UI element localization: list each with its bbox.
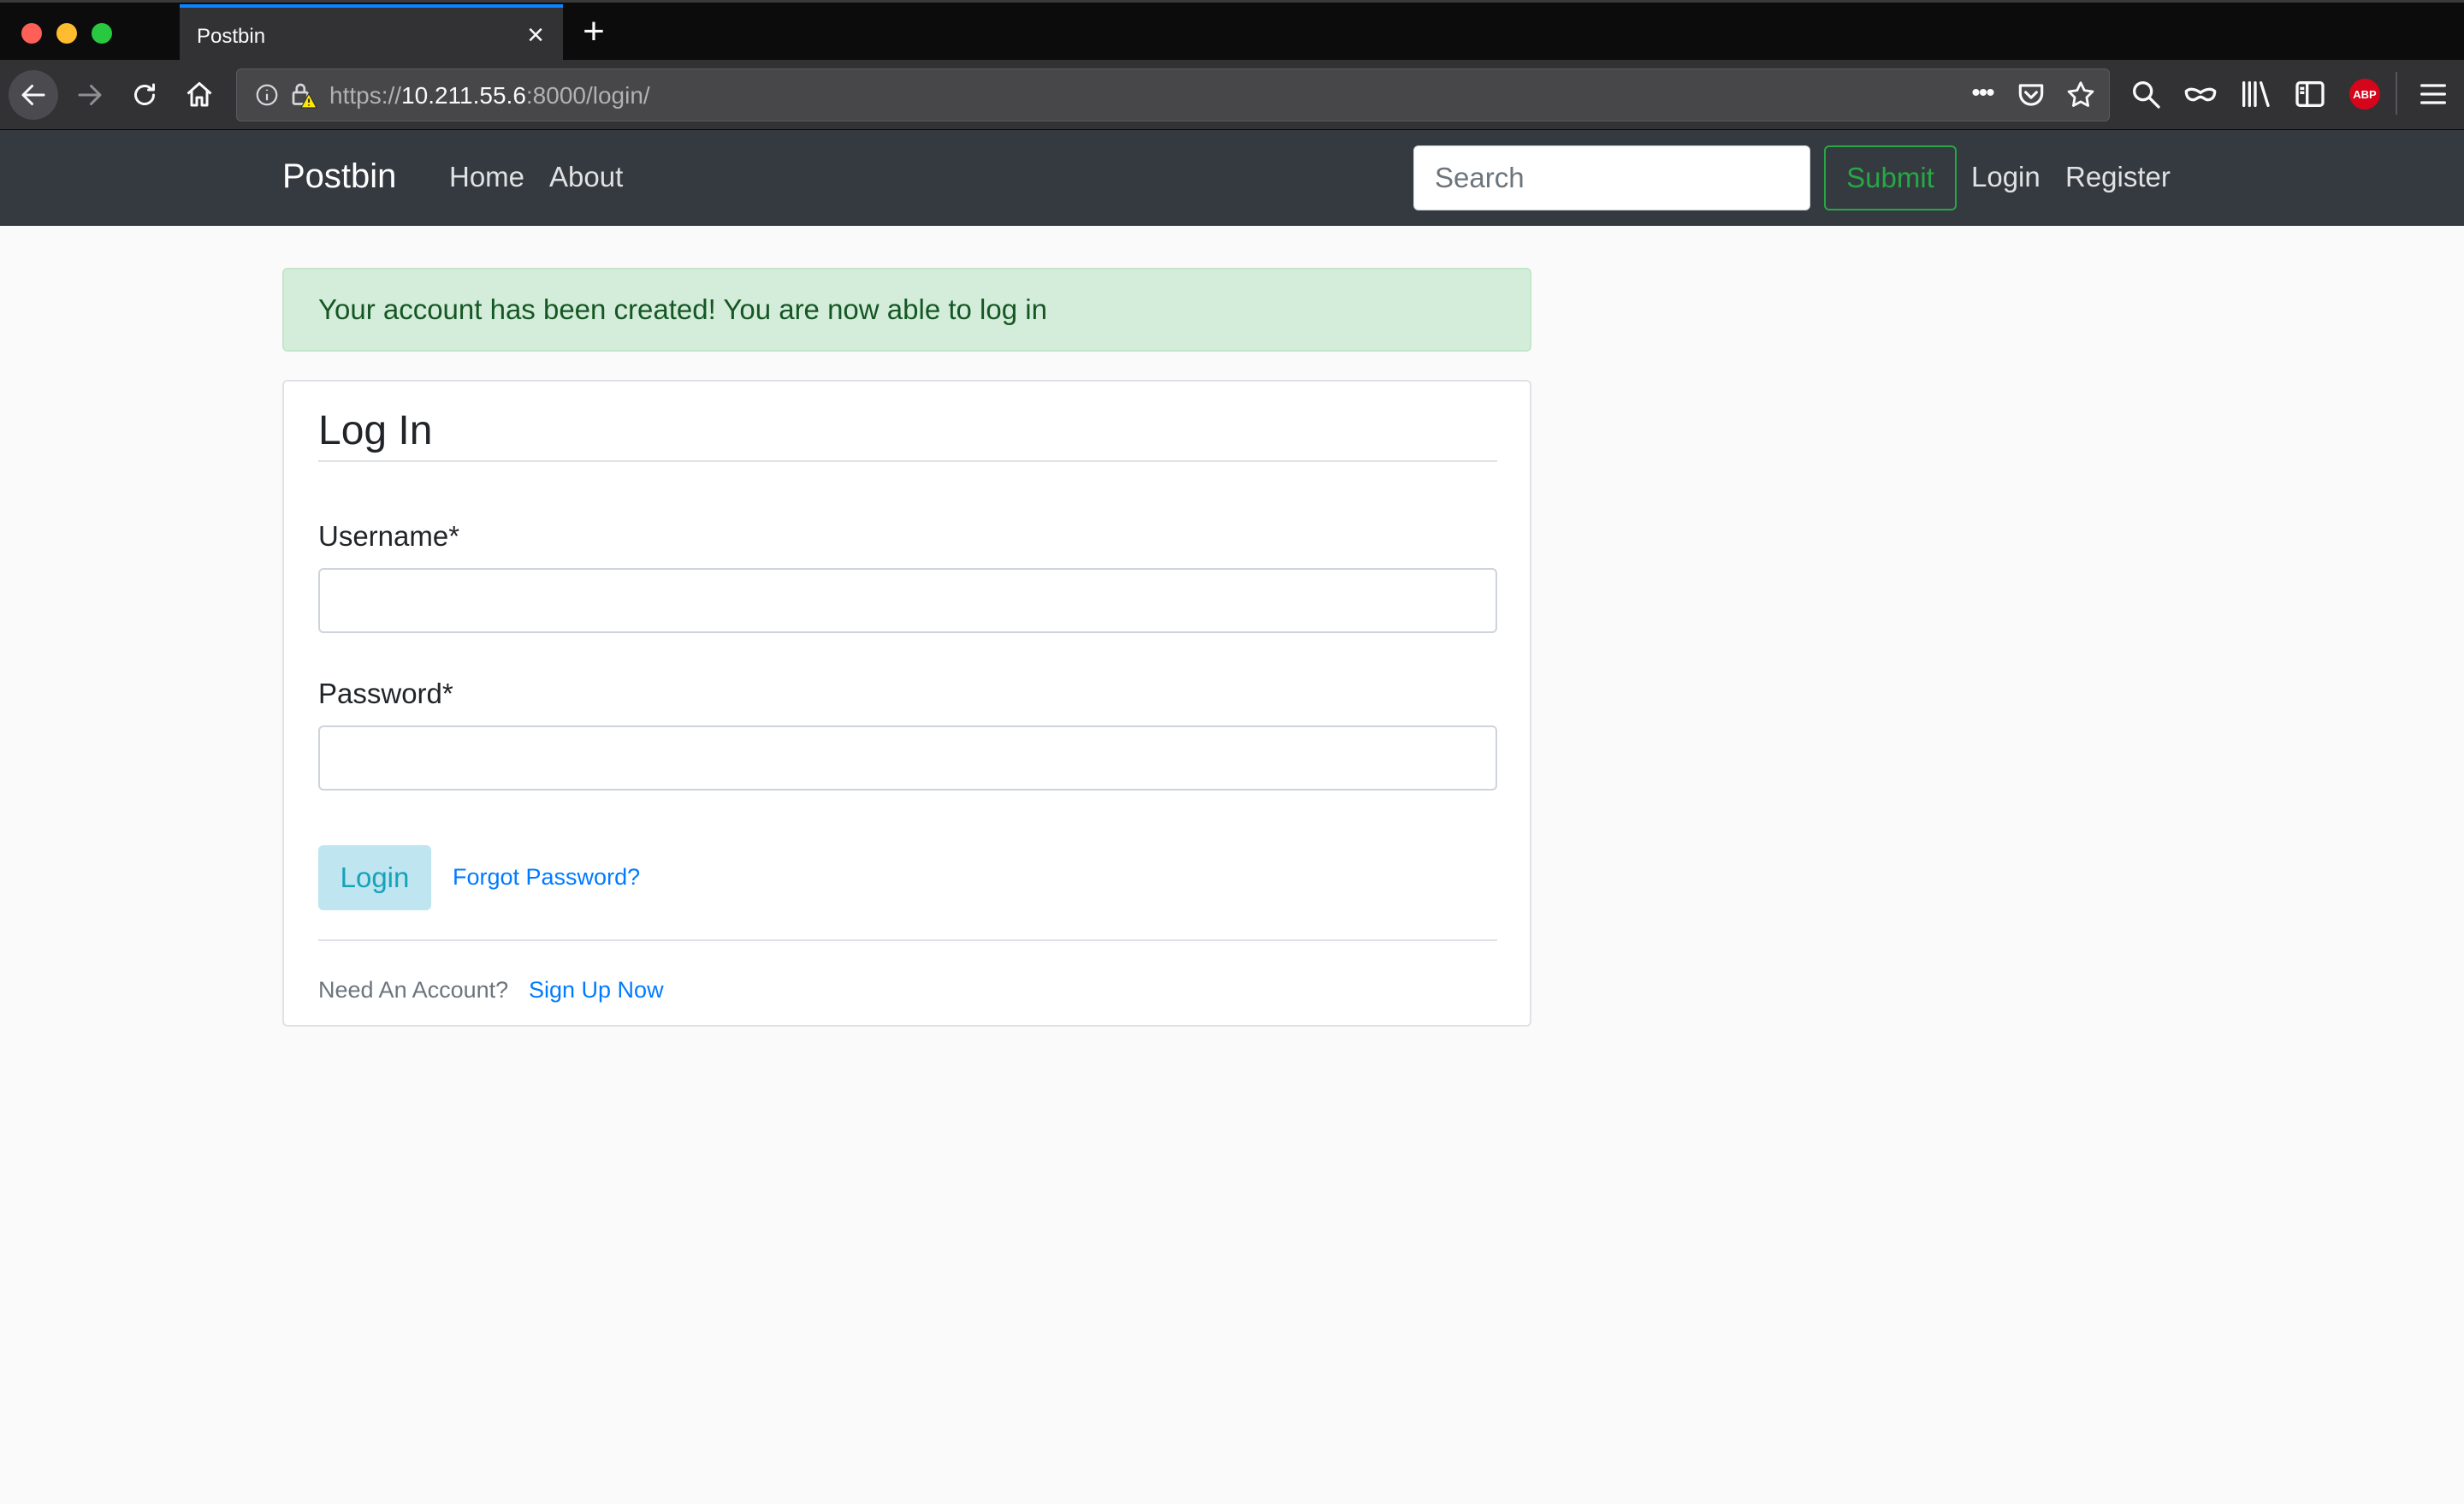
toolbar-divider (2396, 72, 2397, 115)
nav-register-link[interactable]: Register (2065, 161, 2171, 193)
browser-titlebar: Postbin × + (0, 0, 2464, 62)
login-button[interactable]: Login (318, 845, 431, 910)
new-tab-icon[interactable]: + (575, 13, 613, 52)
page-title: Log In (318, 407, 1497, 462)
site-navbar: Postbin Home About Submit Login Register (0, 130, 2464, 226)
close-window-button[interactable] (21, 23, 42, 44)
forward-icon[interactable] (65, 70, 115, 120)
adblock-label: ABP (2349, 79, 2380, 110)
tab-close-icon[interactable]: × (520, 20, 551, 50)
url-host: 10.211.55.6 (401, 82, 526, 109)
star-icon[interactable] (2064, 79, 2097, 111)
maximize-window-button[interactable] (92, 23, 112, 44)
need-account-text: Need An Account? (318, 977, 509, 1003)
login-card: Log In Username* Password* Login Forgot … (282, 380, 1531, 1027)
url-scheme: https:// (329, 82, 402, 109)
success-alert: Your account has been created! You are n… (282, 268, 1531, 352)
info-icon[interactable] (254, 82, 280, 108)
browser-tab-active[interactable]: Postbin × (180, 4, 563, 62)
sidebar-icon[interactable] (2293, 77, 2327, 111)
username-label: Username* (318, 520, 460, 552)
nav-login-link[interactable]: Login (1971, 161, 2040, 193)
pocket-icon[interactable] (2015, 79, 2047, 111)
sign-up-link[interactable]: Sign Up Now (529, 977, 664, 1004)
url-path: :8000/login/ (525, 82, 650, 109)
browser-toolbar: https://10.211.55.6:8000/login/ ••• ABP (0, 60, 2464, 130)
home-icon[interactable] (175, 70, 224, 120)
password-label: Password* (318, 678, 453, 709)
search-input[interactable] (1413, 145, 1810, 210)
private-mask-icon[interactable] (2183, 77, 2218, 111)
alert-message: Your account has been created! You are n… (318, 293, 1047, 325)
nav-about-link[interactable]: About (549, 161, 623, 193)
nav-home-link[interactable]: Home (449, 161, 524, 193)
reload-icon[interactable] (120, 70, 169, 120)
adblock-icon[interactable]: ABP (2348, 77, 2382, 111)
password-input[interactable] (318, 725, 1497, 790)
back-icon[interactable] (9, 70, 58, 120)
more-icon[interactable]: ••• (1965, 78, 1999, 112)
divider (318, 939, 1497, 941)
insecure-lock-icon[interactable] (288, 80, 319, 110)
search-icon[interactable] (2129, 77, 2163, 111)
username-input[interactable] (318, 568, 1497, 633)
search-submit-button[interactable]: Submit (1824, 145, 1957, 210)
brand-link[interactable]: Postbin (282, 157, 396, 196)
tab-title: Postbin (197, 25, 266, 48)
forgot-password-link[interactable]: Forgot Password? (453, 864, 640, 891)
library-icon[interactable] (2238, 77, 2272, 111)
hamburger-menu-icon[interactable] (2416, 77, 2450, 111)
address-bar[interactable]: https://10.211.55.6:8000/login/ ••• (236, 68, 2110, 121)
minimize-window-button[interactable] (56, 23, 77, 44)
url-text[interactable]: https://10.211.55.6:8000/login/ (329, 82, 650, 110)
